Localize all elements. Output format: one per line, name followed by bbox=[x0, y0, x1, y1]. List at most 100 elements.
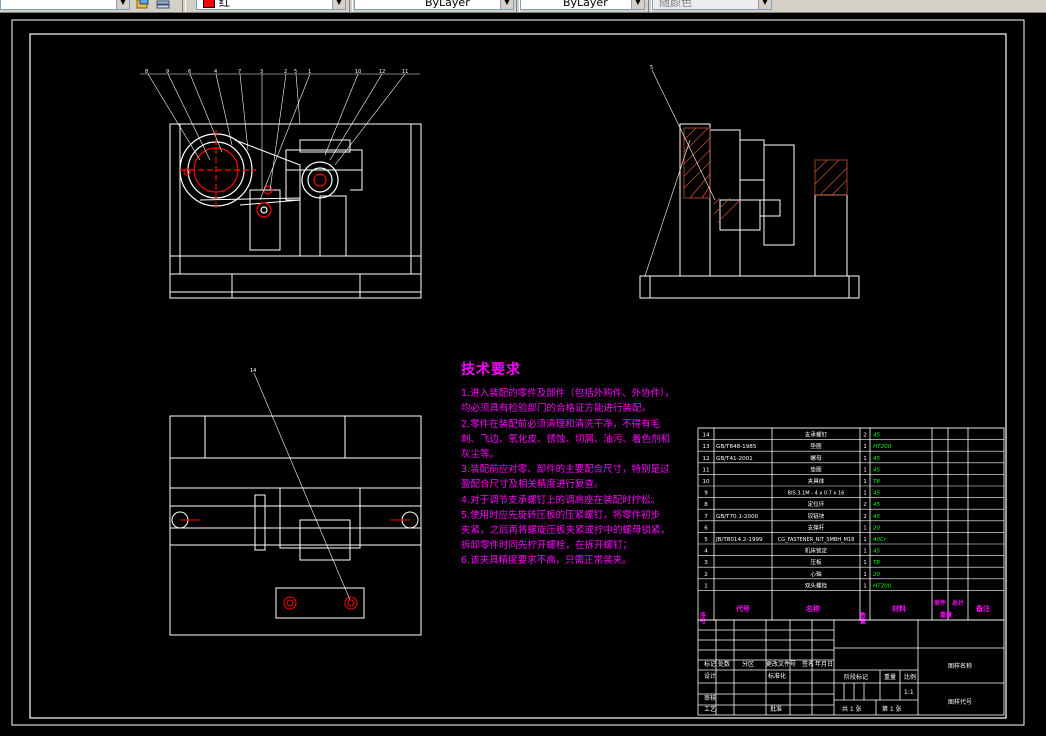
bom-cell-qty: 1 bbox=[863, 560, 867, 566]
bom-cell-qty: 1 bbox=[863, 525, 867, 531]
layer-states-icon[interactable] bbox=[156, 0, 170, 10]
bom-header-qty: 数量 bbox=[859, 611, 866, 625]
layer-previous-icon[interactable] bbox=[136, 0, 150, 10]
bom-header: 序号 代号 名称 数量 材料 单件 总计 重量 备注 bbox=[699, 599, 991, 625]
tech-line: 拆卸零件时同先拧开螺栓，在拆开螺钉； bbox=[461, 540, 633, 552]
color-select[interactable]: 红 ▼ bbox=[196, 0, 346, 10]
bom-rows: 14 支承螺钉 2 4513 GB/T848-1985 垫圈 1 HT20012 GB/T41-… bbox=[702, 431, 891, 590]
bom-cell-name: 垫圈 bbox=[810, 465, 822, 473]
bom-cell-no: 7 bbox=[704, 514, 708, 520]
bom-cell-material: 45 bbox=[873, 433, 881, 439]
bom-row: 3 压板 1 T8 bbox=[704, 558, 880, 566]
bom-header-single: 单件 bbox=[934, 599, 946, 607]
tb-design: 设计 bbox=[704, 672, 716, 680]
plotstyle-select[interactable]: 随颜色 ▼ bbox=[652, 0, 772, 10]
leader-number: 8 bbox=[145, 69, 148, 75]
drawing-canvas[interactable]: 8 9 6 4 7 3 2 5 1 10 12 11 5 14 14 支承螺钉 … bbox=[0, 13, 1046, 736]
bom-cell-name: 夹具体 bbox=[808, 477, 825, 485]
toolbar-separator bbox=[349, 0, 353, 12]
lineweight-select[interactable]: ByLayer ▼ bbox=[520, 0, 645, 10]
bom-cell-name: 机床锁定 bbox=[805, 547, 828, 555]
tb-drawing-code: 图样代号 bbox=[948, 698, 972, 706]
tb-drawing-name: 图样名称 bbox=[948, 662, 972, 670]
tb-weight: 重量 bbox=[884, 673, 896, 681]
bom-cell-no: 6 bbox=[704, 525, 708, 531]
tech-line: 刺、飞边、氧化皮、锈蚀、切屑、油污、着色剂和 bbox=[461, 433, 671, 445]
bom-cell-no: 11 bbox=[702, 467, 710, 473]
chevron-down-icon[interactable]: ▼ bbox=[631, 0, 644, 9]
bom-cell-code: JB/T8014.2-1999 bbox=[715, 537, 763, 543]
technical-requirements-list: 1.进入装配的零件及部件（包括外购件、外协件）， 均必须具有检验部门的合格证方能… bbox=[461, 386, 674, 568]
top-view-details bbox=[180, 519, 410, 610]
bom-cell-name: 心轴 bbox=[810, 570, 822, 578]
linetype-select[interactable]: ByLayer ▼ bbox=[354, 0, 514, 10]
chevron-down-icon[interactable]: ▼ bbox=[500, 0, 513, 9]
side-view bbox=[639, 123, 860, 299]
bom-cell-no: 5 bbox=[704, 537, 708, 543]
bom-cell-qty: 1 bbox=[863, 444, 867, 450]
tb-mark: 标记 bbox=[704, 660, 716, 668]
tb-count: 处数 bbox=[718, 660, 730, 668]
leader-number: 7 bbox=[238, 69, 241, 75]
tech-line: 夹紧，之后再将螺旋压板夹紧或拧中的螺母锁紧， bbox=[461, 525, 671, 537]
bom-header-material: 材料 bbox=[891, 604, 906, 613]
bom-cell-name: 压板 bbox=[810, 558, 822, 566]
tb-approve: 批准 bbox=[770, 705, 782, 713]
leader-number: 5 bbox=[294, 69, 297, 75]
leader-number: 5 bbox=[650, 65, 653, 71]
leader-number: 12 bbox=[379, 69, 385, 75]
bom-cell-no: 8 bbox=[704, 502, 708, 508]
bom-cell-qty: 1 bbox=[863, 491, 867, 497]
bom-cell-name: 支撑杆 bbox=[808, 523, 825, 531]
bom-cell-qty: 1 bbox=[863, 549, 867, 555]
bom-header-code: 代号 bbox=[735, 604, 750, 613]
bom-cell-material: 45 bbox=[873, 502, 881, 508]
bom-row: 4 机床锁定 1 45 bbox=[704, 547, 880, 555]
bom-row: 11 垫圈 1 45 bbox=[702, 465, 880, 473]
tb-scale: 比例 bbox=[904, 673, 916, 681]
bom-cell-name: CG_FASTENER_NIT_SMBH_M18 bbox=[778, 537, 855, 543]
bom-cell-material: 20 bbox=[873, 572, 881, 578]
bom-cell-qty: 1 bbox=[863, 583, 867, 589]
color-select-value: 红 bbox=[219, 0, 230, 9]
bom-cell-material: 20 bbox=[873, 525, 881, 531]
bom-cell-name: 垫圈 bbox=[810, 442, 822, 450]
chevron-down-icon[interactable]: ▼ bbox=[758, 0, 771, 9]
bom-row: 2 心轴 1 20 bbox=[704, 570, 880, 578]
tb-zone: 分区 bbox=[742, 660, 754, 668]
bom-row: 1 双头螺栓 1 HT200 bbox=[704, 581, 892, 589]
leader-number: 10 bbox=[355, 69, 361, 75]
bom-row: 7 GB/T70.1-2000 铰链块 2 45 bbox=[704, 512, 880, 520]
tech-line: 2.零件在装配前必须清理和清洗干净，不得有毛 bbox=[461, 418, 661, 430]
bom-cell-no: 14 bbox=[702, 433, 710, 439]
chevron-down-icon[interactable]: ▼ bbox=[116, 0, 129, 9]
layer-select[interactable]: ▼ bbox=[0, 0, 130, 10]
linetype-select-value: ByLayer bbox=[425, 0, 470, 9]
bom-cell-material: 45 bbox=[873, 514, 881, 520]
bom-cell-code: GB/T70.1-2000 bbox=[716, 514, 759, 520]
technical-requirements-title: 技术要求 bbox=[461, 362, 521, 378]
toolbar-separator bbox=[182, 0, 186, 12]
tb-scale-value: 1:1 bbox=[904, 689, 914, 696]
tb-review: 审核 bbox=[704, 694, 716, 702]
tech-line: 4.对于调节支承螺钉上的调高座在装配时拧松。 bbox=[461, 494, 661, 506]
bom-cell-qty: 1 bbox=[863, 467, 867, 473]
bom-cell-material: 45 bbox=[873, 491, 881, 497]
tb-craft: 工艺 bbox=[704, 705, 716, 713]
bom-cell-no: 3 bbox=[704, 560, 708, 566]
bom-cell-name: 铰链块 bbox=[808, 512, 825, 520]
tb-change-doc: 更改文件号 bbox=[766, 660, 796, 668]
leader-number: 6 bbox=[188, 69, 191, 75]
bom-cell-no: 4 bbox=[704, 549, 708, 555]
front-view-workpiece bbox=[179, 130, 339, 218]
bom-row: 12 GB/T41-2001 螺母 1 45 bbox=[702, 454, 880, 462]
bom-header-weight: 重量 bbox=[940, 611, 952, 619]
bom-header-no: 序号 bbox=[699, 611, 707, 625]
bom-cell-no: 13 bbox=[702, 444, 710, 450]
leader-number: 14 bbox=[250, 368, 256, 374]
bom-cell-material: T8 bbox=[873, 560, 880, 566]
chevron-down-icon[interactable]: ▼ bbox=[332, 0, 345, 9]
bom-header-total: 总计 bbox=[952, 599, 964, 607]
bom-cell-no: 10 bbox=[702, 479, 710, 485]
bom-header-remark: 备注 bbox=[975, 604, 990, 613]
